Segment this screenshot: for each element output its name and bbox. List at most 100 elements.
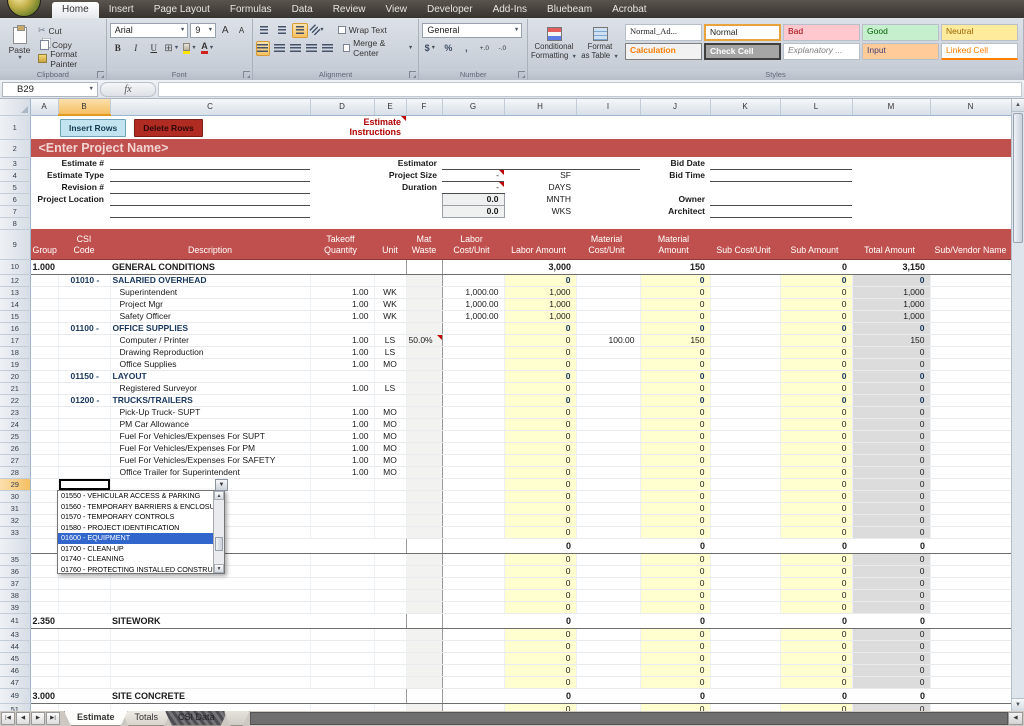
cell-A37[interactable] — [30, 577, 58, 589]
cell-I20[interactable] — [576, 370, 640, 382]
cell-G46[interactable] — [442, 664, 504, 676]
row-header-41[interactable]: 41 — [0, 613, 30, 628]
font-family-select[interactable]: Arial ▼ — [110, 23, 189, 38]
row-header-hidden[interactable] — [0, 538, 30, 553]
cell-E47[interactable] — [374, 676, 406, 688]
currency-format-button[interactable]: $▼ — [422, 41, 438, 56]
cell-Ax[interactable] — [30, 538, 58, 553]
cell-F36[interactable] — [406, 565, 442, 577]
align-center-button[interactable] — [272, 41, 286, 56]
ribbon-tab-review[interactable]: Review — [323, 2, 376, 18]
cell-D24[interactable]: 1.00 — [310, 418, 374, 430]
cell-E26[interactable]: MO — [374, 442, 406, 454]
column-header-E[interactable]: E — [374, 99, 406, 115]
cell-C21[interactable]: Registered Surveyor — [110, 382, 310, 394]
column-header-D[interactable]: D — [310, 99, 374, 115]
cell-M13[interactable]: 1,000 — [852, 286, 930, 298]
row-header-33[interactable]: 33 — [0, 526, 30, 538]
cell-L29[interactable]: 0 — [780, 478, 852, 490]
cell-M29[interactable]: 0 — [852, 478, 930, 490]
column-header-J[interactable]: J — [640, 99, 710, 115]
cell-K22[interactable] — [710, 394, 780, 406]
cell-F41[interactable] — [406, 613, 442, 628]
cell-K39[interactable] — [710, 601, 780, 613]
ribbon-tab-acrobat[interactable]: Acrobat — [602, 2, 656, 18]
delete-rows-button[interactable]: Delete Rows — [134, 119, 203, 137]
cell-J51[interactable]: 0 — [640, 703, 710, 711]
cell-E37[interactable] — [374, 577, 406, 589]
cell-D29[interactable] — [310, 478, 374, 490]
cell-J16[interactable]: 0 — [640, 322, 710, 334]
cell-A1[interactable] — [30, 115, 58, 139]
cell-J23[interactable]: 0 — [640, 406, 710, 418]
cell-F8[interactable] — [406, 217, 442, 229]
row-header-12[interactable]: 12 — [0, 274, 30, 286]
cell-N25[interactable] — [930, 430, 1011, 442]
cell-G38[interactable] — [442, 589, 504, 601]
cell-G29[interactable] — [442, 478, 504, 490]
alignment-dialog-launcher[interactable] — [409, 71, 416, 78]
cell-H29[interactable]: 0 — [504, 478, 576, 490]
style-normal-ad[interactable]: Normal_Ad... — [625, 24, 702, 41]
scroll-down-icon[interactable]: ▼ — [214, 564, 224, 573]
cell-J22[interactable]: 0 — [640, 394, 710, 406]
cell-N46[interactable] — [930, 664, 1011, 676]
cell-E49[interactable] — [374, 688, 406, 703]
cell-K44[interactable] — [710, 640, 780, 652]
cell-B44[interactable] — [58, 640, 110, 652]
cell-A17[interactable] — [30, 334, 58, 346]
cell-F13[interactable] — [406, 286, 442, 298]
cell-M30[interactable]: 0 — [852, 490, 930, 502]
cell-E17[interactable]: LS — [374, 334, 406, 346]
cell-I41[interactable] — [576, 613, 640, 628]
cell-G14[interactable]: 1,000.00 — [442, 298, 504, 310]
cell-D45[interactable] — [310, 652, 374, 664]
cell-Mx[interactable]: 0 — [852, 538, 930, 553]
cell-K23[interactable] — [710, 406, 780, 418]
cell-F39[interactable] — [406, 601, 442, 613]
cell-H24[interactable]: 0 — [504, 418, 576, 430]
cell-F30[interactable] — [406, 490, 442, 502]
cell-D46[interactable] — [310, 664, 374, 676]
cell-J43[interactable]: 0 — [640, 628, 710, 640]
cell-F25[interactable] — [406, 430, 442, 442]
cell-D14[interactable]: 1.00 — [310, 298, 374, 310]
cell-B9[interactable]: CSI Code — [58, 229, 110, 259]
cell-D9[interactable]: Takeoff Quantity — [310, 229, 374, 259]
cell-G20[interactable] — [442, 370, 504, 382]
cell-G22[interactable] — [442, 394, 504, 406]
cell-L17[interactable]: 0 — [780, 334, 852, 346]
cell-K29[interactable] — [710, 478, 780, 490]
cell-H9[interactable]: Labor Amount — [504, 229, 576, 259]
cell-D33[interactable] — [310, 526, 374, 538]
cell-C37[interactable] — [110, 577, 310, 589]
row-header-28[interactable]: 28 — [0, 466, 30, 478]
align-right-button[interactable] — [288, 41, 302, 56]
cell-D37[interactable] — [310, 577, 374, 589]
cell-L18[interactable]: 0 — [780, 346, 852, 358]
font-dialog-launcher[interactable] — [243, 71, 250, 78]
decrease-indent-button[interactable] — [305, 41, 319, 56]
cell-E7[interactable] — [374, 205, 406, 217]
cell-E31[interactable] — [374, 502, 406, 514]
cell-I31[interactable] — [576, 502, 640, 514]
cell-L13[interactable]: 0 — [780, 286, 852, 298]
cell-I32[interactable] — [576, 514, 640, 526]
cell-G15[interactable]: 1,000.00 — [442, 310, 504, 322]
cell-I19[interactable] — [576, 358, 640, 370]
cell-L28[interactable]: 0 — [780, 466, 852, 478]
cell-N36[interactable] — [930, 565, 1011, 577]
cell-I43[interactable] — [576, 628, 640, 640]
cell-A7[interactable] — [30, 205, 58, 217]
cell-B8[interactable] — [58, 217, 110, 229]
cell-E51[interactable] — [374, 703, 406, 711]
cell-H28[interactable]: 0 — [504, 466, 576, 478]
cell-M3[interactable] — [852, 157, 930, 169]
cell-F9[interactable]: Mat Waste — [406, 229, 442, 259]
cell-L9[interactable]: Sub Amount — [780, 229, 852, 259]
cell-L14[interactable]: 0 — [780, 298, 852, 310]
cell-C19[interactable]: Office Supplies — [110, 358, 310, 370]
cell-L26[interactable]: 0 — [780, 442, 852, 454]
cell-G18[interactable] — [442, 346, 504, 358]
cell-K43[interactable] — [710, 628, 780, 640]
